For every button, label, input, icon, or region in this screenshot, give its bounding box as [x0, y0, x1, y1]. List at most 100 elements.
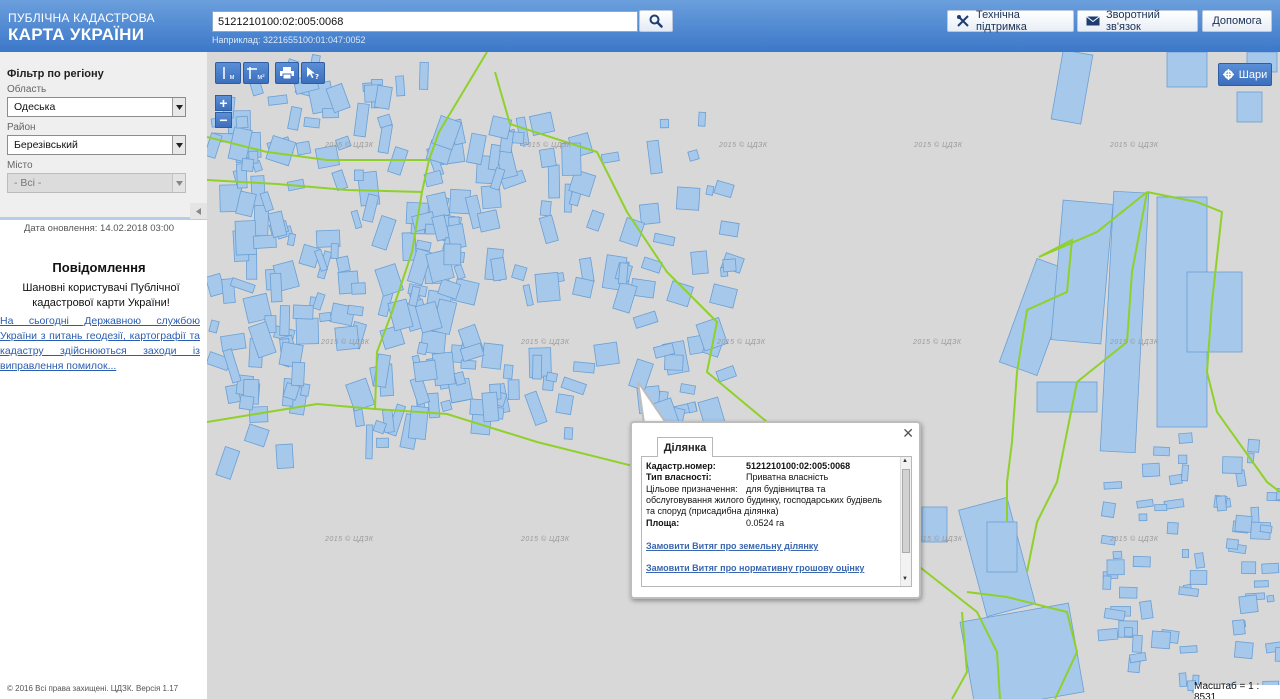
land-parcel[interactable] [269, 272, 283, 303]
identify-button[interactable]: ? [301, 62, 325, 84]
zoom-out-button[interactable]: − [215, 112, 232, 128]
land-parcel[interactable] [215, 445, 241, 480]
land-parcel[interactable] [476, 209, 501, 233]
land-parcel[interactable] [1178, 586, 1200, 598]
land-parcel[interactable] [1234, 514, 1253, 533]
cadastral-search-input[interactable] [212, 11, 638, 32]
land-parcel[interactable] [563, 427, 574, 440]
scroll-thumb[interactable] [902, 469, 910, 553]
land-parcel[interactable] [243, 423, 270, 448]
land-parcel[interactable] [376, 437, 389, 448]
land-parcel[interactable] [986, 521, 1018, 573]
land-parcel[interactable] [709, 283, 738, 309]
land-parcel[interactable] [440, 399, 453, 412]
land-parcel[interactable] [1102, 575, 1112, 590]
land-parcel[interactable] [1153, 446, 1170, 457]
land-parcel[interactable] [545, 371, 559, 383]
land-parcel[interactable] [295, 140, 312, 156]
land-parcel[interactable] [1136, 498, 1154, 509]
land-parcel[interactable] [1247, 438, 1261, 453]
land-parcel[interactable] [365, 424, 374, 460]
land-parcel[interactable] [675, 186, 701, 211]
land-parcel[interactable] [638, 202, 661, 226]
land-parcel[interactable] [1166, 521, 1179, 535]
land-parcel[interactable] [1131, 634, 1143, 653]
land-parcel[interactable] [1097, 627, 1119, 642]
land-parcel[interactable] [600, 151, 620, 164]
land-parcel[interactable] [460, 359, 477, 370]
land-parcel[interactable] [235, 115, 249, 129]
measure-distance-button[interactable]: м [215, 62, 241, 84]
land-parcel[interactable] [490, 257, 507, 282]
land-parcel[interactable] [560, 376, 588, 396]
land-parcel[interactable] [1236, 91, 1263, 123]
support-button[interactable]: Технічна підтримка [947, 9, 1074, 33]
land-parcel[interactable] [1253, 580, 1269, 588]
land-parcel[interactable] [377, 123, 393, 154]
land-parcel[interactable] [534, 271, 561, 303]
land-parcel[interactable] [1118, 586, 1138, 599]
land-parcel[interactable] [219, 332, 247, 352]
collapse-sidebar-button[interactable] [190, 203, 207, 219]
land-parcel[interactable] [481, 391, 500, 423]
order-parcel-extract-link[interactable]: Замовити Витяг про земельну ділянку [646, 541, 818, 551]
land-parcel[interactable] [1193, 552, 1206, 569]
land-parcel[interactable] [507, 379, 520, 401]
land-parcel[interactable] [532, 354, 543, 380]
land-parcel[interactable] [663, 354, 684, 371]
land-parcel[interactable] [252, 234, 277, 250]
land-parcel[interactable] [1266, 594, 1275, 603]
scroll-down-icon[interactable]: ▼ [902, 576, 908, 582]
popup-scrollbar[interactable]: ▲ ▼ [900, 457, 911, 586]
land-parcel[interactable] [1128, 651, 1147, 664]
land-parcel[interactable] [632, 310, 659, 329]
measure-area-button[interactable]: м² [243, 62, 269, 84]
land-parcel[interactable] [419, 61, 429, 90]
land-parcel[interactable] [330, 243, 339, 259]
rayon-select[interactable]: Березівський [7, 135, 186, 155]
order-valuation-extract-link[interactable]: Замовити Витяг про нормативну грошову оц… [646, 563, 864, 573]
tab-parcel[interactable]: Ділянка [657, 437, 713, 457]
land-parcel[interactable] [487, 143, 502, 171]
land-parcel[interactable] [1154, 503, 1168, 512]
land-parcel[interactable] [353, 169, 364, 181]
land-parcel[interactable] [690, 250, 709, 275]
land-parcel[interactable] [687, 149, 700, 162]
land-parcel[interactable] [1261, 562, 1280, 575]
land-parcel[interactable] [1139, 600, 1154, 620]
land-parcel[interactable] [267, 210, 288, 239]
land-parcel[interactable] [1123, 627, 1133, 637]
land-parcel[interactable] [275, 443, 295, 470]
land-parcel[interactable] [1215, 495, 1227, 512]
land-parcel[interactable] [371, 214, 397, 251]
land-parcel[interactable] [646, 139, 663, 175]
land-parcel[interactable] [1222, 456, 1243, 474]
land-parcel[interactable] [1103, 481, 1123, 490]
land-parcel[interactable] [524, 390, 548, 426]
land-parcel[interactable] [1050, 199, 1114, 345]
land-parcel[interactable] [572, 276, 595, 299]
land-parcel[interactable] [279, 305, 291, 336]
land-parcel[interactable] [1138, 513, 1148, 522]
layers-button[interactable]: Шари [1218, 63, 1272, 86]
oblast-select[interactable]: Одеська [7, 97, 186, 117]
land-parcel[interactable] [287, 106, 303, 131]
land-parcel[interactable] [267, 94, 288, 106]
land-parcel[interactable] [538, 214, 559, 245]
land-parcel[interactable] [713, 179, 735, 199]
land-parcel[interactable] [416, 341, 429, 356]
land-parcel[interactable] [697, 111, 707, 127]
city-select[interactable]: - Всі - [7, 173, 186, 193]
land-parcel[interactable] [718, 220, 740, 238]
land-parcel[interactable] [705, 185, 715, 196]
land-parcel[interactable] [208, 319, 220, 334]
land-parcel[interactable] [292, 304, 314, 320]
land-parcel[interactable] [1180, 464, 1190, 482]
land-parcel[interactable] [1225, 538, 1240, 550]
land-parcel[interactable] [353, 102, 370, 138]
land-parcel[interactable] [350, 209, 363, 230]
land-parcel[interactable] [351, 282, 367, 295]
close-icon[interactable]: ✕ [902, 425, 914, 442]
land-parcel[interactable] [453, 263, 466, 281]
land-parcel[interactable] [374, 84, 393, 110]
